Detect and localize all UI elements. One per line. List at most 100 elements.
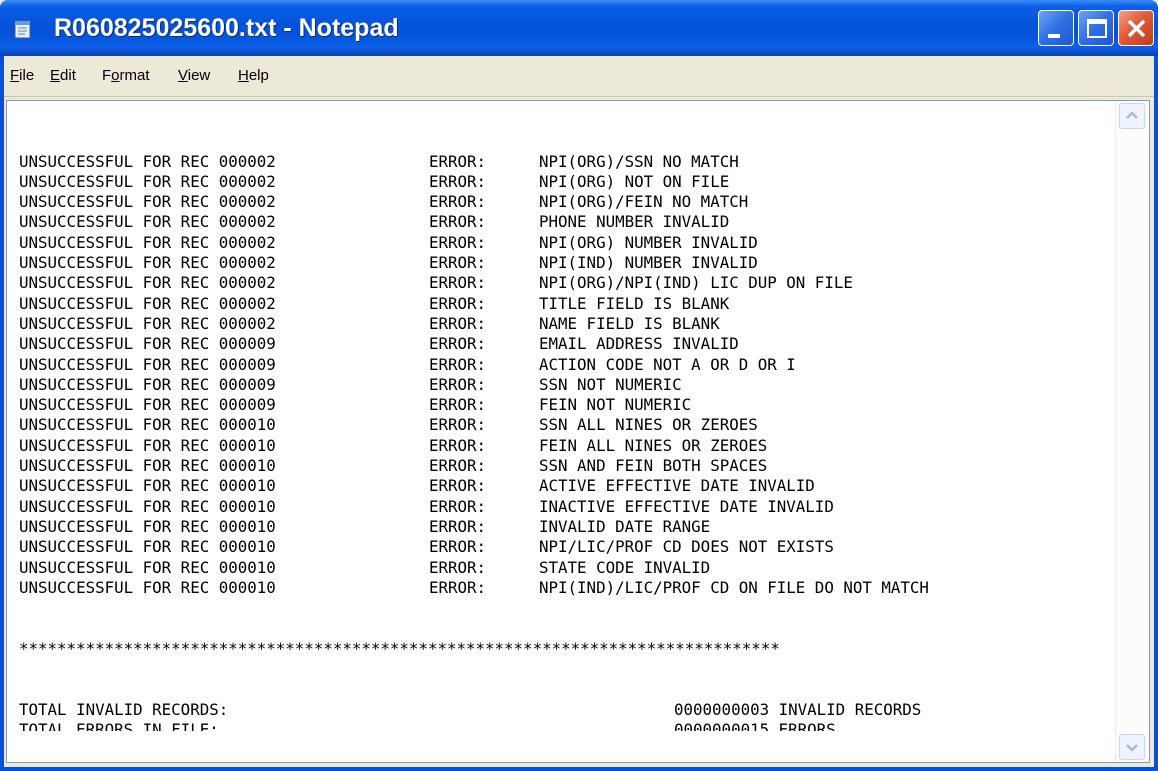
menu-view-label: iew xyxy=(187,67,211,84)
error-message-text: STATE CODE INVALID xyxy=(539,557,711,577)
title-bar[interactable]: R060825025600.txt - Notepad xyxy=(0,0,1158,56)
error-message-text: FEIN ALL NINES OR ZEROES xyxy=(539,435,768,455)
error-tag-text: ERROR: xyxy=(429,171,487,191)
error-message-text: NPI(ORG) NOT ON FILE xyxy=(539,171,730,191)
error-line: UNSUCCESSFUL FOR REC 000009 ERROR: EMAIL A… xyxy=(19,334,1109,354)
total-line: TOTAL ERRORS IN FILE: 0000000015 ERRORS xyxy=(19,720,1109,731)
total-line: TOTAL INVALID RECORDS: 0000000003 INVALID… xyxy=(19,700,1109,720)
error-message-text: EMAIL ADDRESS INVALID xyxy=(539,334,739,354)
error-message-text: NPI/LIC/PROF CD DOES NOT EXISTS xyxy=(539,537,834,557)
menu-format-label-start: F xyxy=(102,67,112,84)
record-id-text: UNSUCCESSFUL FOR REC 000009 xyxy=(19,334,276,354)
record-id-text: UNSUCCESSFUL FOR REC 000002 xyxy=(19,293,276,313)
error-tag-text: ERROR: xyxy=(429,232,487,252)
error-line: UNSUCCESSFUL FOR REC 000010 ERROR: FEIN AL… xyxy=(19,436,1109,456)
menu-file[interactable]: File xyxy=(10,64,34,88)
menu-file-label: ile xyxy=(19,67,35,84)
error-line: UNSUCCESSFUL FOR REC 000002 ERROR: NAME FI… xyxy=(19,314,1109,334)
error-line: UNSUCCESSFUL FOR REC 000010 ERROR: NPI(IND… xyxy=(19,578,1109,598)
record-id-text: UNSUCCESSFUL FOR REC 000010 xyxy=(19,577,276,597)
totals-section: TOTAL INVALID RECORDS: 0000000003 INVALID… xyxy=(19,700,1109,731)
close-button[interactable] xyxy=(1118,10,1154,46)
record-id-text: UNSUCCESSFUL FOR REC 000010 xyxy=(19,415,276,435)
error-message-text: NPI(IND)/LIC/PROF CD ON FILE DO NOT MATC… xyxy=(539,577,929,597)
scroll-down-button[interactable] xyxy=(1119,734,1145,760)
error-line: UNSUCCESSFUL FOR REC 000010 ERROR: SSN ALL… xyxy=(19,415,1109,435)
record-id-text: UNSUCCESSFUL FOR REC 000002 xyxy=(19,171,276,191)
error-line: UNSUCCESSFUL FOR REC 000002 ERROR: NPI(ORG… xyxy=(19,273,1109,293)
error-line: UNSUCCESSFUL FOR REC 000010 ERROR: SSN AND… xyxy=(19,456,1109,476)
error-line: UNSUCCESSFUL FOR REC 000010 ERROR: STATE C… xyxy=(19,558,1109,578)
error-line: UNSUCCESSFUL FOR REC 000009 ERROR: FEIN NO… xyxy=(19,395,1109,415)
maximize-button[interactable] xyxy=(1078,10,1114,46)
error-message-text: SSN NOT NUMERIC xyxy=(539,374,682,394)
error-tag-text: ERROR: xyxy=(429,415,487,435)
error-tag-text: ERROR: xyxy=(429,516,487,536)
error-message-text: SSN AND FEIN BOTH SPACES xyxy=(539,456,768,476)
total-value: 0000000003 INVALID RECORDS xyxy=(674,699,922,719)
error-line: UNSUCCESSFUL FOR REC 000009 ERROR: ACTION … xyxy=(19,355,1109,375)
minimize-button[interactable] xyxy=(1038,10,1074,46)
error-message-text: NPI(ORG)/FEIN NO MATCH xyxy=(539,192,749,212)
record-id-text: UNSUCCESSFUL FOR REC 000002 xyxy=(19,313,276,333)
error-tag-text: ERROR: xyxy=(429,313,487,333)
error-message-text: NPI(IND) NUMBER INVALID xyxy=(539,253,758,273)
error-tag-text: ERROR: xyxy=(429,151,487,171)
menu-help[interactable]: Help xyxy=(238,64,269,88)
error-message-text: PHONE NUMBER INVALID xyxy=(539,212,730,232)
error-line: UNSUCCESSFUL FOR REC 000010 ERROR: ACTIVE … xyxy=(19,476,1109,496)
notepad-window: R060825025600.txt - Notepad File Edit Fo… xyxy=(0,0,1158,771)
error-line: UNSUCCESSFUL FOR REC 000010 ERROR: INVALID… xyxy=(19,517,1109,537)
menu-file-mnemonic: F xyxy=(10,67,20,84)
error-line: UNSUCCESSFUL FOR REC 000002 ERROR: NPI(ORG… xyxy=(19,172,1109,192)
scroll-up-button[interactable] xyxy=(1119,103,1145,129)
menu-edit-label: dit xyxy=(60,67,76,84)
chevron-down-icon xyxy=(1126,744,1138,752)
error-tag-text: ERROR: xyxy=(429,476,487,496)
window-frame: File Edit Format View Help UNSUCCESSFUL … xyxy=(4,56,1154,767)
record-id-text: UNSUCCESSFUL FOR REC 000002 xyxy=(19,273,276,293)
notepad-app-icon[interactable] xyxy=(12,18,34,40)
error-message-text: SSN ALL NINES OR ZEROES xyxy=(539,415,758,435)
total-value: 0000000015 ERRORS xyxy=(674,719,836,731)
error-message-text: INVALID DATE RANGE xyxy=(539,516,711,536)
menu-help-mnemonic: H xyxy=(238,67,249,84)
error-message-text: NPI(ORG)/NPI(IND) LIC DUP ON FILE xyxy=(539,273,853,293)
error-tag-text: ERROR: xyxy=(429,456,487,476)
maximize-icon xyxy=(1087,19,1107,38)
error-line: UNSUCCESSFUL FOR REC 000010 ERROR: NPI/LIC… xyxy=(19,537,1109,557)
vertical-scrollbar[interactable] xyxy=(1115,101,1149,762)
record-id-text: UNSUCCESSFUL FOR REC 000002 xyxy=(19,253,276,273)
record-id-text: UNSUCCESSFUL FOR REC 000010 xyxy=(19,516,276,536)
error-tag-text: ERROR: xyxy=(429,212,487,232)
menu-format-label-end: rmat xyxy=(119,67,150,84)
error-line: UNSUCCESSFUL FOR REC 000002 ERROR: PHONE N… xyxy=(19,212,1109,232)
text-editor-area[interactable]: UNSUCCESSFUL FOR REC 000002 ERROR: NPI(ORG… xyxy=(6,100,1150,763)
menu-bar: File Edit Format View Help xyxy=(4,56,1154,97)
minimize-icon xyxy=(1048,34,1060,38)
record-id-text: UNSUCCESSFUL FOR REC 000002 xyxy=(19,151,276,171)
menu-edit[interactable]: Edit xyxy=(50,64,76,88)
menu-view[interactable]: View xyxy=(178,64,210,88)
document-text[interactable]: UNSUCCESSFUL FOR REC 000002 ERROR: NPI(ORG… xyxy=(19,111,1109,731)
menu-format[interactable]: Format xyxy=(102,64,150,88)
menu-view-mnemonic: V xyxy=(178,67,188,84)
record-id-text: UNSUCCESSFUL FOR REC 000010 xyxy=(19,476,276,496)
menu-edit-mnemonic: E xyxy=(50,67,61,84)
error-message-text: TITLE FIELD IS BLANK xyxy=(539,293,730,313)
error-tag-text: ERROR: xyxy=(429,395,487,415)
error-line: UNSUCCESSFUL FOR REC 000002 ERROR: NPI(ORG… xyxy=(19,152,1109,172)
error-line: UNSUCCESSFUL FOR REC 000002 ERROR: NPI(ORG… xyxy=(19,192,1109,212)
window-title: R060825025600.txt - Notepad xyxy=(54,14,399,42)
record-id-text: UNSUCCESSFUL FOR REC 000010 xyxy=(19,557,276,577)
error-tag-text: ERROR: xyxy=(429,435,487,455)
error-line: UNSUCCESSFUL FOR REC 000002 ERROR: NPI(IND… xyxy=(19,253,1109,273)
record-id-text: UNSUCCESSFUL FOR REC 000009 xyxy=(19,395,276,415)
error-message-text: ACTION CODE NOT A OR D OR I xyxy=(539,354,796,374)
record-id-text: UNSUCCESSFUL FOR REC 000010 xyxy=(19,496,276,516)
record-id-text: UNSUCCESSFUL FOR REC 000010 xyxy=(19,456,276,476)
separator-line: ****************************************… xyxy=(19,638,780,658)
total-label: TOTAL ERRORS IN FILE: xyxy=(19,719,219,731)
error-message-text: INACTIVE EFFECTIVE DATE INVALID xyxy=(539,496,834,516)
error-tag-text: ERROR: xyxy=(429,293,487,313)
